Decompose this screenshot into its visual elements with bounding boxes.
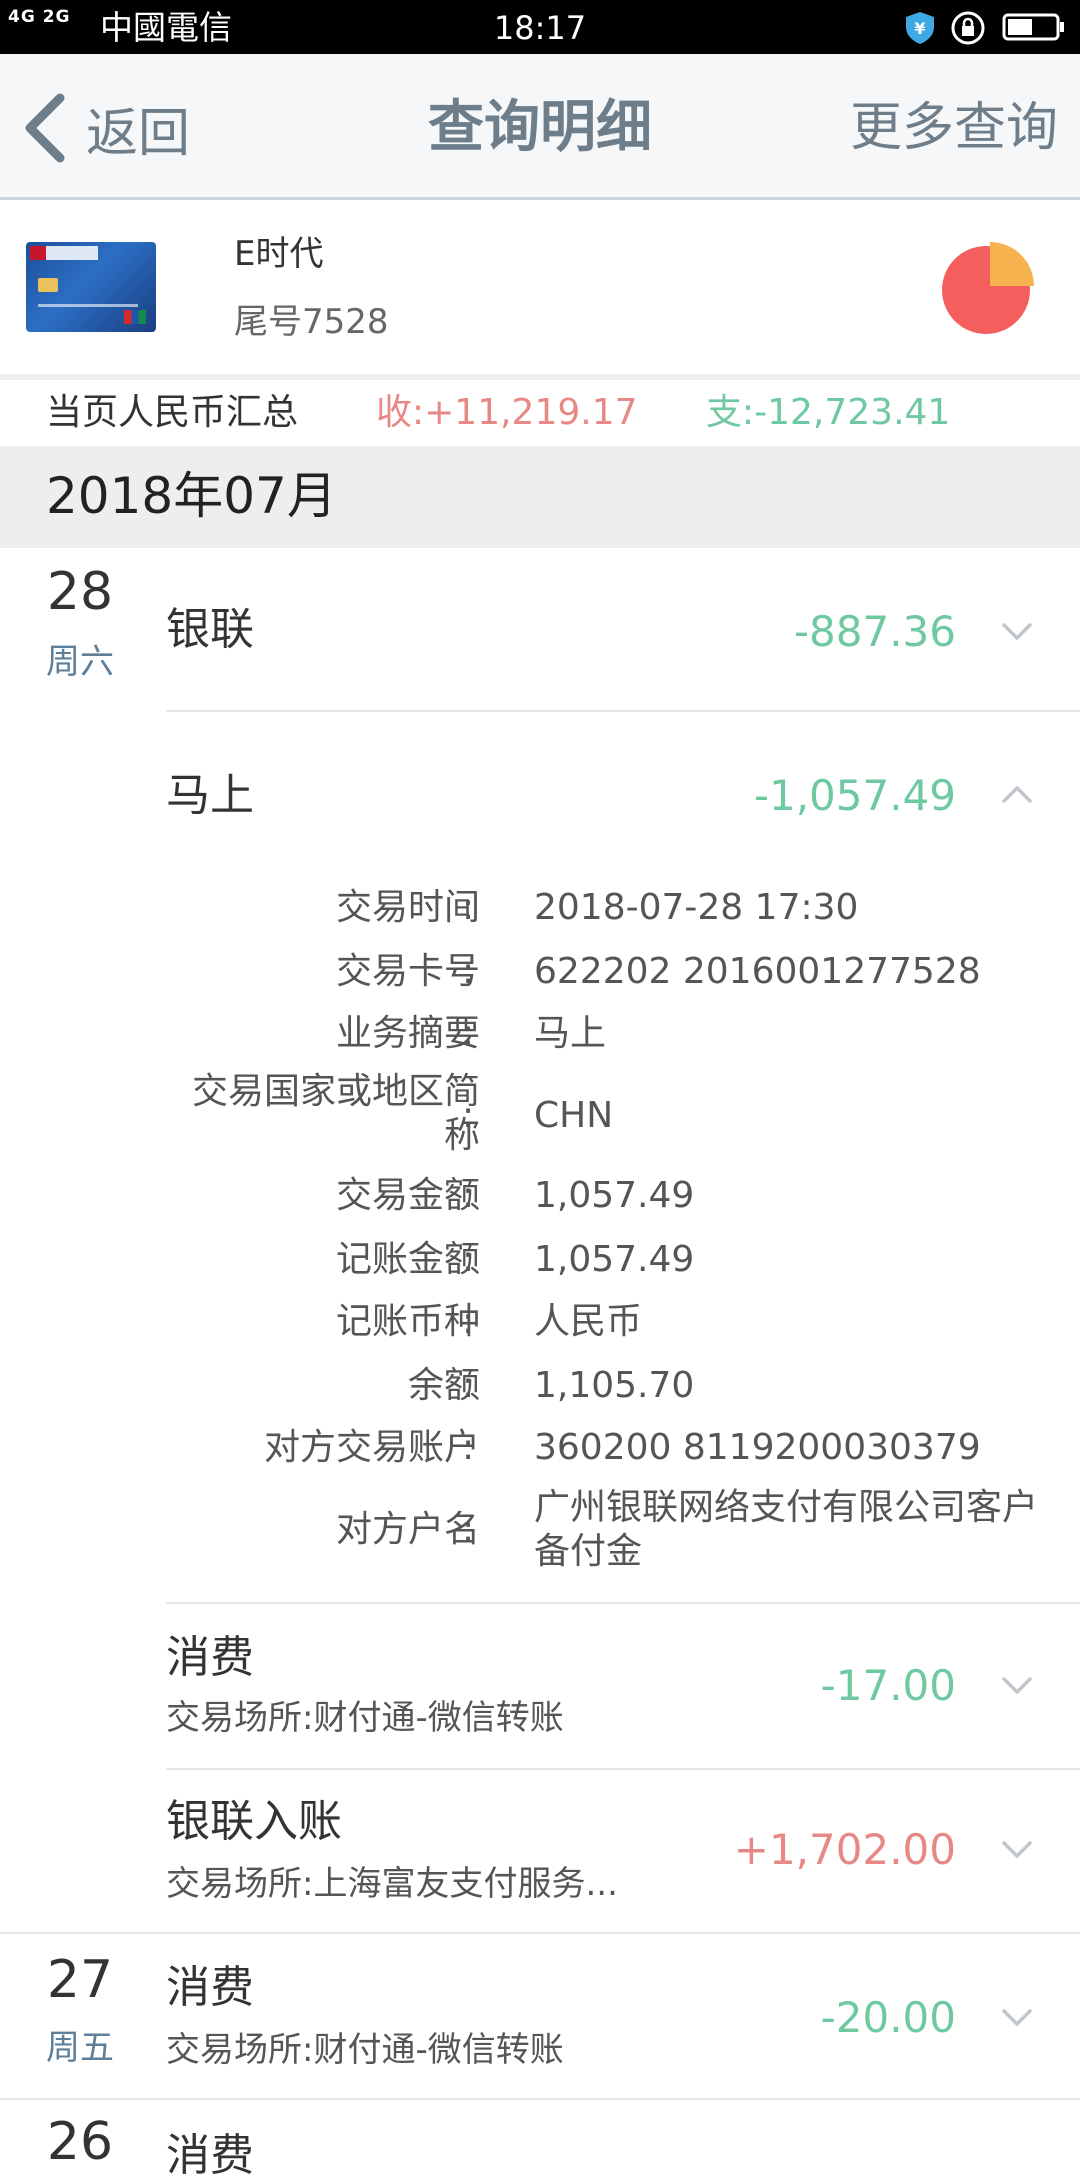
detail-label: 记账金额: [335, 1239, 480, 1280]
chevron-down-icon: [1002, 1677, 1032, 1694]
transaction-row[interactable]: 消费 交易场所:财付通-微信转账 -20.00: [166, 1934, 1080, 2098]
detail-colon: :: [462, 1509, 475, 1550]
transaction-amount: -17.00: [820, 1661, 956, 1710]
detail-label: 业务摘要: [335, 1013, 480, 1054]
detail-label: 对方户名: [335, 1509, 480, 1550]
date-day: 28: [46, 562, 114, 622]
card-info: E时代 尾号7528: [0, 200, 1080, 368]
transaction-row[interactable]: 消费 交易场所:财付通-微信转账 -17.00: [166, 1604, 1080, 1768]
date-day: 27: [46, 1950, 114, 2010]
date-day: 26: [46, 2112, 114, 2172]
detail-colon: :: [462, 1175, 475, 1216]
transaction-amount: -1,057.49: [753, 771, 956, 820]
detail-value: 1,057.49: [534, 1175, 695, 1216]
transaction-amount: +1,702.00: [733, 1825, 956, 1874]
summary-bar: 当页人民币汇总 收:+11,219.17 支:-12,723.41: [0, 374, 1080, 446]
detail-value: 广州银联网络支付有限公司客户备付金: [534, 1487, 1039, 1572]
month-label: 2018年07月: [46, 467, 337, 525]
date-weekday: 周六: [46, 642, 114, 682]
bank-card-image: [26, 242, 156, 332]
more-query-button[interactable]: 更多查询: [850, 92, 1058, 164]
transaction-merchant: 交易场所:财付通-微信转账: [166, 1698, 564, 1738]
status-bar: 4G 2G 中國電信 18:17 ¥: [0, 0, 1080, 54]
transaction-amount: -20.00: [820, 1993, 956, 2042]
detail-label: 交易金额: [335, 1175, 480, 1216]
detail-value: 2018-07-28 17:30: [534, 887, 859, 928]
detail-colon: :: [462, 1095, 475, 1136]
detail-label: 余额: [407, 1365, 480, 1406]
month-header: 2018年07月: [0, 446, 1080, 548]
shield-icon: ¥: [906, 12, 934, 44]
summary-expense: 支:-12,723.41: [706, 392, 951, 433]
detail-label: 对方交易账户: [263, 1427, 480, 1468]
chevron-down-icon: [1002, 623, 1032, 640]
detail-colon: :: [462, 1427, 475, 1468]
chevron-up-icon: [1002, 786, 1032, 803]
transaction-row[interactable]: 银联 -887.36: [166, 560, 1080, 710]
transaction-merchant: 交易场所:上海富友支付服务...: [166, 1864, 618, 1904]
detail-colon: :: [462, 1013, 475, 1054]
detail-value: CHN: [534, 1095, 614, 1136]
transaction-title: 消费: [166, 1962, 254, 2013]
transaction-title: 消费: [166, 2130, 254, 2181]
detail-value: 人民币: [534, 1301, 643, 1342]
detail-value: 马上: [534, 1013, 607, 1054]
detail-label: 交易时间: [335, 887, 480, 928]
transaction-amount: -887.36: [793, 607, 956, 656]
svg-text:¥: ¥: [914, 19, 925, 38]
card-name: E时代: [234, 234, 324, 274]
summary-income: 收:+11,219.17: [376, 392, 638, 433]
transaction-merchant: 交易场所:财付通-微信转账: [166, 2030, 564, 2070]
battery-icon: [1002, 13, 1064, 41]
detail-value: 622202 2016001277528: [534, 951, 981, 992]
rotation-lock-icon: [951, 11, 985, 45]
detail-colon: :: [462, 887, 475, 928]
detail-value: 1,057.49: [534, 1239, 695, 1280]
date-weekday: 周五: [46, 2028, 114, 2068]
detail-label: 交易国家或地区简称: [191, 1071, 480, 1156]
transaction-title: 银联入账: [166, 1796, 342, 1847]
detail-colon: :: [462, 1301, 475, 1342]
transaction-title: 消费: [166, 1632, 254, 1683]
pie-chart-icon[interactable]: [940, 240, 1036, 336]
transaction-row-expanded[interactable]: 马上 -1,057.49: [166, 712, 1080, 842]
card-tail-number: 尾号7528: [234, 302, 389, 342]
chevron-down-icon: [1002, 2009, 1032, 2026]
detail-label: 记账币种: [335, 1301, 480, 1342]
navigation-bar: 返回 查询明细 更多查询: [0, 54, 1080, 200]
detail-colon: :: [462, 951, 475, 992]
transaction-title: 银联: [166, 604, 254, 655]
summary-label: 当页人民币汇总: [46, 392, 299, 433]
detail-label: 交易卡号: [335, 951, 480, 992]
transaction-title: 马上: [166, 770, 254, 821]
chevron-down-icon: [1002, 1841, 1032, 1858]
detail-colon: :: [462, 1365, 475, 1406]
transaction-row[interactable]: 消费: [166, 2100, 1080, 2181]
detail-value: 360200 8119200030379: [534, 1427, 981, 1468]
transaction-row[interactable]: 银联入账 交易场所:上海富友支付服务... +1,702.00: [166, 1770, 1080, 1932]
detail-value: 1,105.70: [534, 1365, 695, 1406]
detail-colon: :: [462, 1239, 475, 1280]
